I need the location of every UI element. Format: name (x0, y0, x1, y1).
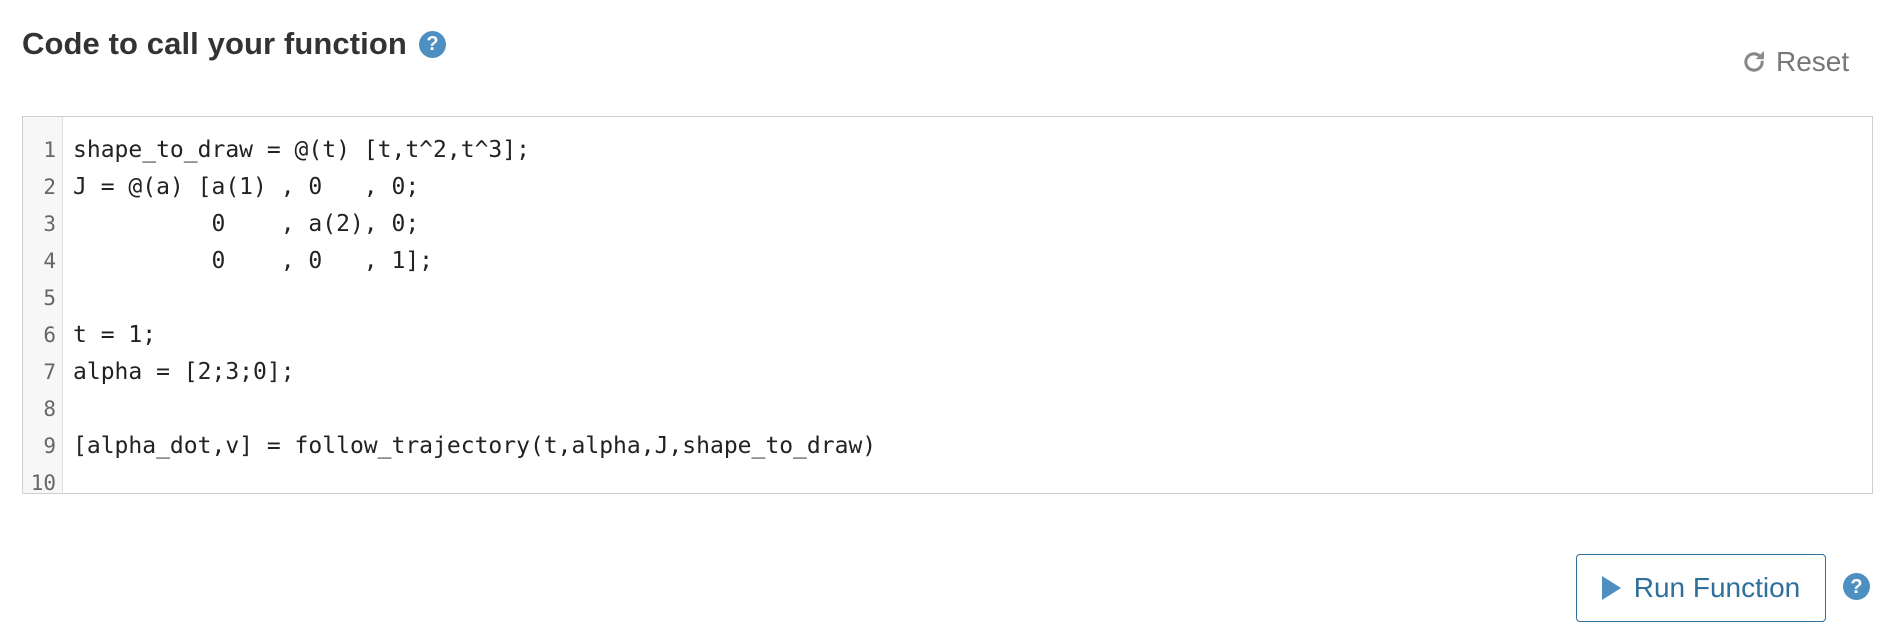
line-number-gutter: 1 2 3 4 5 6 7 8 9 10 (23, 117, 63, 495)
run-function-button[interactable]: Run Function (1576, 554, 1826, 622)
code-line[interactable]: shape_to_draw = @(t) [t,t^2,t^3]; (73, 132, 1872, 169)
code-line[interactable]: t = 1; (73, 317, 1872, 354)
run-function-label: Run Function (1633, 572, 1801, 603)
play-icon (1601, 576, 1621, 600)
help-question-icon[interactable]: ? (418, 30, 446, 58)
line-number: 5 (43, 286, 56, 310)
code-editor[interactable]: 1 2 3 4 5 6 7 8 9 10 shape_to_draw = @(t… (22, 116, 1873, 495)
reset-button[interactable]: Reset (1740, 46, 1849, 78)
code-line[interactable]: 0 , a(2), 0; (73, 206, 1872, 243)
line-number: 4 (43, 249, 56, 273)
code-to-call-panel: Code to call your function ? Reset 1 2 3… (0, 0, 1896, 638)
line-number: 10 (30, 471, 56, 495)
code-area[interactable]: shape_to_draw = @(t) [t,t^2,t^3]; J = @(… (63, 117, 1872, 493)
section-title: Code to call your function (22, 26, 407, 61)
line-number: 6 (43, 323, 56, 347)
line-number: 7 (43, 360, 56, 384)
code-line[interactable]: [alpha_dot,v] = follow_trajectory(t,alph… (73, 428, 1872, 465)
code-line[interactable] (73, 391, 1872, 428)
line-number: 9 (43, 434, 56, 458)
code-line[interactable]: 0 , 0 , 1]; (73, 243, 1872, 280)
line-number: 3 (43, 212, 56, 236)
run-help-question-icon[interactable]: ? (1843, 573, 1870, 600)
refresh-icon (1744, 50, 1764, 72)
code-line[interactable] (73, 280, 1872, 317)
title-row: Code to call your function ? (22, 26, 446, 62)
code-line[interactable]: alpha = [2;3;0]; (73, 354, 1872, 391)
line-number: 8 (43, 397, 56, 421)
line-number: 2 (43, 175, 56, 199)
code-line[interactable] (73, 465, 1872, 502)
reset-label: Reset (1776, 46, 1850, 77)
code-line[interactable]: J = @(a) [a(1) , 0 , 0; (73, 169, 1872, 206)
line-number: 1 (43, 138, 56, 162)
